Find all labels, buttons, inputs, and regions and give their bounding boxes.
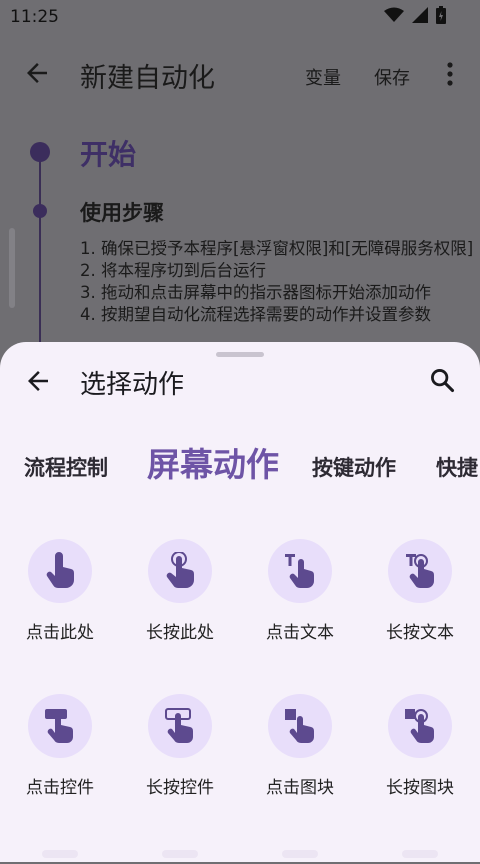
action-icon-bg (388, 539, 452, 603)
status-icons (384, 6, 446, 24)
timeline-line (39, 150, 41, 360)
back-arrow-icon[interactable] (22, 58, 52, 88)
action-grid: 点击此处 长按此处 点击文本 长按文本 点击控件 长按控件 点击图块 长按图块 (0, 534, 480, 864)
more-options-icon[interactable] (440, 60, 460, 88)
steps-instructions: 1. 确保已授予本程序[悬浮窗权限]和[无障碍服务权限] 2. 将本程序切到后台… (80, 239, 474, 324)
sheet-title: 选择动作 (80, 370, 185, 400)
signal-icon (412, 7, 428, 23)
save-button[interactable]: 保存 (374, 64, 410, 90)
battery-icon (436, 6, 446, 24)
tap-widget-icon (45, 709, 74, 743)
tab-key-actions[interactable]: 按键动作 (312, 452, 396, 482)
action-tap-widget[interactable]: 点击控件 (0, 689, 120, 809)
action-label: 点击文本 (266, 623, 334, 643)
next-row-peek (42, 850, 78, 858)
action-long-press-widget[interactable]: 长按控件 (120, 689, 240, 809)
tab-shortcuts[interactable]: 快捷 (436, 452, 478, 482)
action-icon-bg (268, 539, 332, 603)
action-label: 长按此处 (146, 623, 214, 643)
action-tap-here[interactable]: 点击此处 (0, 534, 120, 654)
tap-image-icon (285, 709, 315, 743)
action-label: 点击此处 (26, 623, 94, 643)
action-label: 长按图块 (386, 778, 454, 798)
search-icon[interactable] (428, 366, 456, 394)
action-icon-bg (388, 694, 452, 758)
action-tap-image[interactable]: 点击图块 (240, 689, 360, 809)
next-row-peek (282, 850, 318, 858)
long-press-text-icon (406, 554, 435, 588)
action-long-press-here[interactable]: 长按此处 (120, 534, 240, 654)
back-arrow-icon[interactable] (23, 366, 53, 396)
choose-action-sheet: 选择动作 流程控制 屏幕动作 按键动作 快捷 点击此处 长按此处 点击文本 长按… (0, 342, 480, 862)
start-node-label: 开始 (80, 138, 137, 171)
action-label: 点击控件 (26, 778, 94, 798)
tap-text-icon (285, 554, 315, 588)
action-icon-bg (148, 539, 212, 603)
page-title: 新建自动化 (80, 63, 215, 94)
tab-screen-actions[interactable]: 屏幕动作 (147, 438, 279, 486)
tap-here-icon (46, 552, 75, 588)
long-press-image-icon (405, 709, 435, 743)
action-icon-bg (268, 694, 332, 758)
tab-flow-control[interactable]: 流程控制 (24, 452, 108, 482)
category-tabs: 流程控制 屏幕动作 按键动作 快捷 (0, 432, 480, 488)
action-icon-bg (28, 539, 92, 603)
scrollbar[interactable] (9, 228, 15, 308)
action-long-press-image[interactable]: 长按图块 (360, 689, 480, 809)
action-icon-bg (148, 694, 212, 758)
action-tap-text[interactable]: 点击文本 (240, 534, 360, 654)
next-row-peek (402, 850, 438, 858)
long-press-widget-icon (165, 708, 194, 743)
timeline-start-node[interactable] (30, 142, 50, 162)
next-row-peek (162, 850, 198, 858)
drag-handle[interactable] (216, 352, 264, 357)
variables-button[interactable]: 变量 (305, 64, 341, 90)
long-press-here-icon (166, 552, 195, 588)
action-label: 长按控件 (146, 778, 214, 798)
status-time: 11:25 (10, 7, 59, 27)
steps-heading: 使用步骤 (80, 201, 164, 225)
timeline-step-node[interactable] (33, 204, 47, 218)
action-label: 点击图块 (266, 778, 334, 798)
action-icon-bg (28, 694, 92, 758)
action-long-press-text[interactable]: 长按文本 (360, 534, 480, 654)
status-bar: 11:25 (0, 0, 480, 34)
wifi-icon (384, 7, 404, 22)
action-label: 长按文本 (386, 623, 454, 643)
app-bar: 新建自动化 变量 保存 (0, 34, 480, 116)
